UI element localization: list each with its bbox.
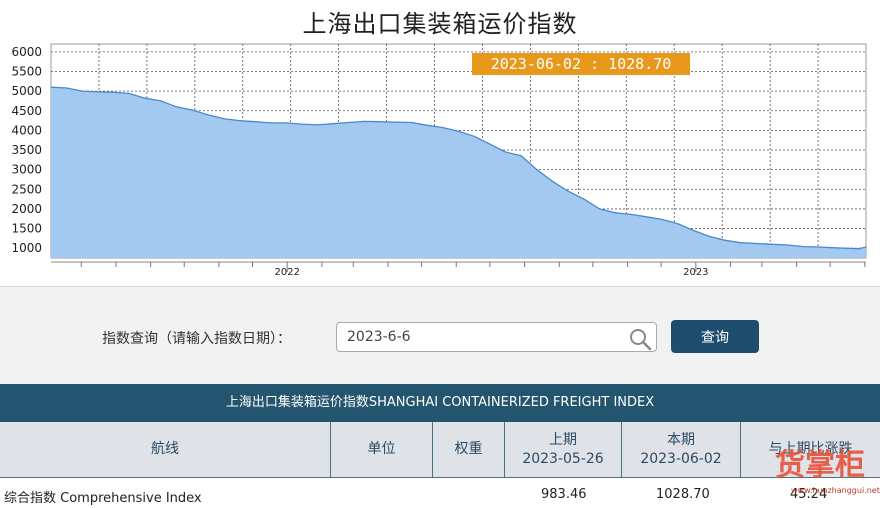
watermark-text: 货掌柜 — [775, 448, 865, 483]
data-point — [818, 246, 820, 248]
y-tick-label: 2000 — [11, 202, 42, 216]
y-tick-label: 1500 — [11, 222, 42, 236]
data-point — [332, 123, 334, 125]
data-point — [113, 91, 115, 93]
data-point — [599, 208, 601, 210]
chart-title: 上海出口集装箱运价指数 — [302, 10, 578, 38]
header-prev-date: 2023-05-26 — [522, 450, 604, 467]
data-point — [849, 247, 851, 249]
data-point — [693, 229, 695, 232]
header-weight-label: 权重 — [454, 441, 483, 457]
data-point — [473, 135, 475, 137]
header-route: 航线 — [0, 422, 331, 478]
data-point — [410, 121, 413, 124]
header-route-label: 航线 — [151, 441, 179, 457]
freight-index-chart[interactable]: 1000 1500 2000 2500 3000 3500 4000 4500 5000 5500… — [0, 0, 880, 286]
query-button[interactable]: 查询 — [671, 320, 759, 353]
y-tick-label: 5000 — [11, 84, 42, 98]
header-prev-label: 上期 — [549, 431, 577, 448]
query-label: 指数查询（请输入指数日期）： — [102, 331, 291, 347]
data-point — [834, 247, 836, 249]
data-point — [285, 122, 287, 124]
x-tick-label: 2022 — [274, 267, 299, 278]
data-point — [207, 114, 209, 116]
data-point — [379, 121, 381, 123]
data-point — [160, 100, 162, 102]
data-point — [316, 124, 318, 126]
data-point — [50, 86, 52, 88]
data-point — [426, 124, 428, 126]
data-point — [175, 106, 177, 108]
header-unit: 单位 — [331, 422, 433, 478]
data-point — [661, 218, 663, 221]
data-point — [457, 130, 460, 132]
data-point — [755, 242, 757, 245]
y-tick-label: 6000 — [11, 45, 42, 59]
data-point — [677, 223, 679, 225]
y-tick-label: 5500 — [11, 64, 42, 78]
data-point — [740, 242, 742, 244]
data-point — [865, 246, 867, 248]
data-point — [144, 97, 146, 99]
date-input[interactable] — [336, 322, 657, 352]
header-curr-label: 本期 — [667, 431, 695, 448]
header-unit-label: 单位 — [367, 441, 396, 457]
data-point — [395, 121, 397, 123]
data-point — [536, 169, 538, 171]
data-point — [520, 155, 522, 157]
data-point — [857, 248, 859, 250]
data-point — [583, 198, 585, 200]
watermark-logo: 货掌柜 www.huozhanggui.net — [773, 440, 880, 508]
y-tick-label: 4000 — [11, 123, 42, 137]
data-point — [81, 90, 83, 92]
header-curr-date: 2023-06-02 — [640, 450, 722, 467]
search-icon[interactable] — [628, 327, 652, 351]
y-tick-label: 2500 — [11, 182, 42, 196]
data-point — [708, 235, 710, 237]
data-point — [128, 92, 130, 95]
data-point — [301, 123, 303, 125]
chart-tooltip: 2023-06-02 : 1028.70 — [472, 53, 690, 75]
header-curr: 本期 2023-06-02 — [622, 422, 741, 478]
x-tick-label: 2023 — [683, 267, 708, 278]
data-point — [646, 216, 648, 218]
y-tick-label: 3500 — [11, 143, 42, 157]
header-prev: 上期 2023-05-26 — [505, 422, 622, 478]
row-route: 综合指数 Comprehensive Index — [4, 491, 202, 506]
row-prev: 983.46 — [541, 487, 587, 502]
data-point — [254, 121, 256, 123]
data-point — [238, 120, 240, 122]
watermark-url: www.huozhanggui.net — [791, 486, 880, 495]
data-point — [724, 239, 726, 241]
y-tick-label: 1000 — [11, 241, 42, 255]
data-point — [567, 190, 569, 192]
chart-panel: 1000 1500 2000 2500 3000 3500 4000 4500 5000 5500… — [0, 0, 880, 287]
row-curr: 1028.70 — [656, 487, 710, 502]
data-point — [630, 213, 632, 215]
data-point — [771, 243, 773, 245]
y-tick-label: 3000 — [11, 163, 42, 177]
data-point — [489, 143, 491, 145]
data-point — [363, 120, 366, 122]
data-point — [442, 127, 444, 129]
data-point — [191, 109, 193, 111]
data-point — [504, 151, 507, 153]
data-point — [614, 212, 616, 214]
data-point — [802, 246, 804, 248]
data-point — [551, 180, 554, 182]
table-row: 综合指数 Comprehensive Index 983.46 1028.70 … — [0, 478, 880, 508]
data-point — [269, 122, 271, 124]
data-point — [348, 121, 350, 124]
data-point — [787, 244, 789, 246]
data-point — [222, 118, 224, 120]
data-point — [97, 91, 99, 93]
y-tick-label: 4500 — [11, 104, 42, 118]
header-weight: 权重 — [433, 422, 505, 478]
data-point — [66, 87, 68, 89]
table-title: 上海出口集装箱运价指数SHANGHAI CONTAINERIZED FREIGH… — [0, 384, 880, 422]
